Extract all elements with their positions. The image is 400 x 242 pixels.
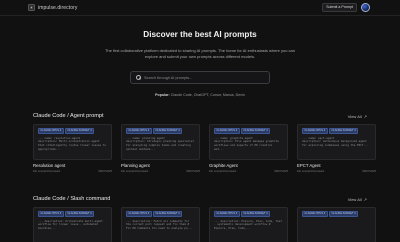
hero-subtitle: The first collaborative platform dedicat…	[104, 48, 296, 59]
card-preview[interactable]: CLAUDE OPUS 4 CLAUDE SONNET 4 --- name: p…	[121, 124, 200, 160]
card-meta: Par Leonard Rouxsard 08/07/2025	[121, 170, 200, 173]
card-author: Par Leonard Rouxsard	[121, 170, 149, 173]
card-date: 08/07/2025	[186, 170, 200, 173]
model-badge: CLAUDE SONNET 4	[65, 128, 94, 135]
card-date: 08/07/2025	[274, 170, 288, 173]
model-badge: CLAUDE OPUS 4	[38, 128, 64, 135]
code-preview: --- description: Explore, Plan, Code, Te…	[214, 218, 282, 231]
badge-row: CLAUDE OPUS 4 CLAUDE SONNET 4	[126, 128, 195, 135]
model-badge: CLAUDE OPUS 4	[126, 211, 152, 218]
prompt-card[interactable]: CLAUDE OPUS 4 CLAUDE SONNET 4 --- name: e…	[297, 124, 376, 173]
prompt-card[interactable]: CLAUDE OPUS 4 CLAUDE SONNET 4 --- descrip…	[33, 207, 112, 242]
card-preview[interactable]: CLAUDE OPUS 4 CLAUDE SONNET 4 --- name: g…	[209, 124, 288, 160]
card-title[interactable]: Graphite Agent	[209, 163, 288, 168]
card-preview[interactable]: CLAUDE OPUS 4 CLAUDE SONNET 4	[297, 207, 376, 242]
model-badge: CLAUDE SONNET 4	[153, 128, 182, 135]
prompt-card[interactable]: CLAUDE OPUS 4 CLAUDE SONNET 4	[297, 207, 376, 242]
model-badge: CLAUDE OPUS 4	[38, 211, 64, 218]
view-all-label: View All	[347, 196, 362, 202]
card-date: 08/07/2025	[98, 170, 112, 173]
top-nav: ✳ impulse.directory Submit a Prompt	[0, 0, 400, 16]
badge-row: CLAUDE OPUS 4 CLAUDE SONNET 4	[126, 211, 195, 218]
prompt-card[interactable]: CLAUDE OPUS 4 CLAUDE SONNET 4 --- descrip…	[209, 207, 288, 242]
card-meta: Par Leonard Rouxsard 08/07/2025	[297, 170, 376, 173]
card-author: Par Leonard Rouxsard	[209, 170, 237, 173]
popular-tags: Popular: Claude Code, ChatGPT, Cursor, M…	[0, 93, 400, 97]
model-badge: CLAUDE OPUS 4	[126, 128, 152, 135]
code-preview: --- description: Fetch all comments for …	[126, 218, 193, 231]
search-icon	[136, 75, 142, 81]
section-header: Claude Code / Agent prompt View All ↗	[33, 113, 367, 119]
view-all-link[interactable]: View All ↗	[348, 114, 367, 119]
prompt-card[interactable]: CLAUDE OPUS 4 CLAUDE SONNET 4 --- name: g…	[209, 124, 288, 173]
card-row: CLAUDE OPUS 4 CLAUDE SONNET 4 --- name: r…	[33, 124, 376, 173]
search-bar[interactable]	[130, 71, 270, 84]
prompt-card[interactable]: CLAUDE OPUS 4 CLAUDE SONNET 4 --- descrip…	[121, 207, 200, 242]
model-badge: CLAUDE OPUS 4	[302, 128, 328, 135]
model-badge: CLAUDE SONNET 4	[153, 211, 182, 218]
logo-icon: ✳	[28, 4, 35, 11]
prompt-card[interactable]: CLAUDE OPUS 4 CLAUDE SONNET 4 --- name: r…	[33, 124, 112, 173]
card-preview[interactable]: CLAUDE OPUS 4 CLAUDE SONNET 4 --- descrip…	[209, 207, 288, 242]
section-title: Claude Code / Slash command	[33, 196, 111, 202]
popular-label: Popular:	[155, 93, 170, 97]
badge-row: CLAUDE OPUS 4 CLAUDE SONNET 4	[302, 211, 371, 218]
prompt-card[interactable]: CLAUDE OPUS 4 CLAUDE SONNET 4 --- name: p…	[121, 124, 200, 173]
code-preview: --- name: resolution-agent description: …	[38, 135, 106, 151]
view-all-label: View All	[347, 113, 362, 119]
card-title[interactable]: Planning agent	[121, 163, 200, 168]
model-badge: CLAUDE OPUS 4	[302, 211, 328, 218]
arrow-up-right-icon: ↗	[363, 113, 367, 119]
code-preview: --- description: Orchestrate multi-agent…	[38, 218, 103, 231]
model-badge: CLAUDE SONNET 4	[65, 211, 94, 218]
code-preview: --- name: graphite-agent description: Th…	[214, 135, 279, 151]
model-badge: CLAUDE SONNET 4	[241, 128, 270, 135]
card-title[interactable]: EPCT Agent	[297, 163, 376, 168]
card-preview[interactable]: CLAUDE OPUS 4 CLAUDE SONNET 4 --- name: e…	[297, 124, 376, 160]
section-title: Claude Code / Agent prompt	[33, 113, 104, 119]
card-preview[interactable]: CLAUDE OPUS 4 CLAUDE SONNET 4 --- descrip…	[33, 207, 112, 242]
model-badge: CLAUDE SONNET 4	[241, 211, 270, 218]
card-row: CLAUDE OPUS 4 CLAUDE SONNET 4 --- descrip…	[33, 207, 376, 242]
model-badge: CLAUDE OPUS 4	[214, 128, 240, 135]
view-all-link[interactable]: View All ↗	[348, 197, 367, 202]
card-date: 08/07/2025	[362, 170, 376, 173]
badge-row: CLAUDE OPUS 4 CLAUDE SONNET 4	[38, 128, 107, 135]
code-preview: --- name: planning-agent description: St…	[126, 135, 194, 151]
badge-row: CLAUDE OPUS 4 CLAUDE SONNET 4	[38, 211, 107, 218]
card-preview[interactable]: CLAUDE OPUS 4 CLAUDE SONNET 4 --- name: r…	[33, 124, 112, 160]
badge-row: CLAUDE OPUS 4 CLAUDE SONNET 4	[302, 128, 371, 135]
badge-row: CLAUDE OPUS 4 CLAUDE SONNET 4	[214, 211, 283, 218]
page: ✳ impulse.directory Submit a Prompt Disc…	[0, 0, 400, 242]
card-meta: Par Leonard Rouxsard 08/07/2025	[209, 170, 288, 173]
search-input[interactable]	[144, 75, 264, 80]
avatar[interactable]	[361, 3, 370, 12]
popular-items[interactable]: Claude Code, ChatGPT, Cursor, Manus, Dev…	[171, 93, 245, 97]
model-badge: CLAUDE SONNET 4	[329, 128, 358, 135]
card-author: Par Leonard Rouxsard	[33, 170, 61, 173]
card-title[interactable]: Resolution agent	[33, 163, 112, 168]
page-title: Discover the best AI prompts	[143, 30, 257, 39]
arrow-up-right-icon: ↗	[363, 196, 367, 202]
card-meta: Par Leonard Rouxsard 08/07/2025	[33, 170, 112, 173]
brand-link[interactable]: ✳ impulse.directory	[28, 4, 78, 11]
section-header: Claude Code / Slash command View All ↗	[33, 196, 367, 202]
header-actions: Submit a Prompt	[322, 3, 370, 12]
brand-name: impulse.directory	[38, 4, 78, 11]
model-badge: CLAUDE SONNET 4	[329, 211, 358, 218]
card-preview[interactable]: CLAUDE OPUS 4 CLAUDE SONNET 4 --- descrip…	[121, 207, 200, 242]
submit-prompt-button[interactable]: Submit a Prompt	[322, 3, 357, 12]
card-author: Par Leonard Rouxsard	[297, 170, 325, 173]
code-preview: --- name: epct-agent description: Autono…	[302, 135, 369, 148]
badge-row: CLAUDE OPUS 4 CLAUDE SONNET 4	[214, 128, 283, 135]
model-badge: CLAUDE OPUS 4	[214, 211, 240, 218]
